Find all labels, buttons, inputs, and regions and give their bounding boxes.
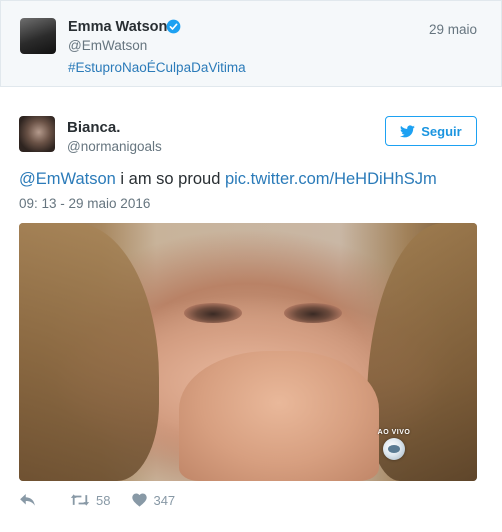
parent-hashtag-link[interactable]: #EstuproNaoÉCulpaDaVitima <box>68 60 246 75</box>
media-hair-left <box>19 223 159 481</box>
parent-author-name[interactable]: Emma Watson <box>68 19 167 35</box>
globo-logo-icon: AO VIVO <box>371 429 417 469</box>
retweet-count: 58 <box>96 492 111 508</box>
like-count: 347 <box>153 492 176 508</box>
media-link[interactable]: pic.twitter.com/HeHDiHhSJm <box>225 170 437 188</box>
parent-date[interactable]: 29 maio <box>429 22 477 37</box>
author-name[interactable]: Bianca. <box>67 119 120 136</box>
follow-button[interactable]: Seguir <box>385 116 477 146</box>
heart-icon <box>132 493 148 507</box>
live-overlay-text: AO VIVO <box>377 429 411 436</box>
parent-tweet[interactable]: Emma Watson @EmWatson 29 maio #EstuproNa… <box>0 0 502 87</box>
media-eye-left <box>184 303 242 323</box>
follow-label: Seguir <box>421 123 462 139</box>
tweet-text: @EmWatson i am so proud pic.twitter.com/… <box>19 170 437 189</box>
verified-icon <box>166 19 181 34</box>
tweet-body-text: i am so proud <box>115 170 225 188</box>
parent-avatar[interactable] <box>20 18 56 54</box>
reply-button[interactable] <box>19 493 36 507</box>
tweet-embed: Emma Watson @EmWatson 29 maio #EstuproNa… <box>0 0 502 532</box>
tweet-media-image[interactable]: AO VIVO <box>19 223 477 481</box>
tweet-actions: 58 347 <box>19 489 175 511</box>
mention-link[interactable]: @EmWatson <box>19 170 116 188</box>
retweet-icon <box>70 494 90 506</box>
twitter-bird-icon <box>400 124 416 137</box>
author-handle[interactable]: @normanigoals <box>67 139 162 154</box>
author-avatar[interactable] <box>19 116 55 152</box>
media-eye-right <box>284 303 342 323</box>
globe-icon <box>383 438 405 460</box>
retweet-button[interactable]: 58 <box>70 493 110 508</box>
media-hands <box>179 351 379 481</box>
like-button[interactable]: 347 <box>132 493 175 508</box>
parent-author-handle[interactable]: @EmWatson <box>68 38 147 53</box>
tweet-timestamp[interactable]: 09: 13 - 29 maio 2016 <box>19 196 150 211</box>
reply-icon <box>20 494 35 506</box>
